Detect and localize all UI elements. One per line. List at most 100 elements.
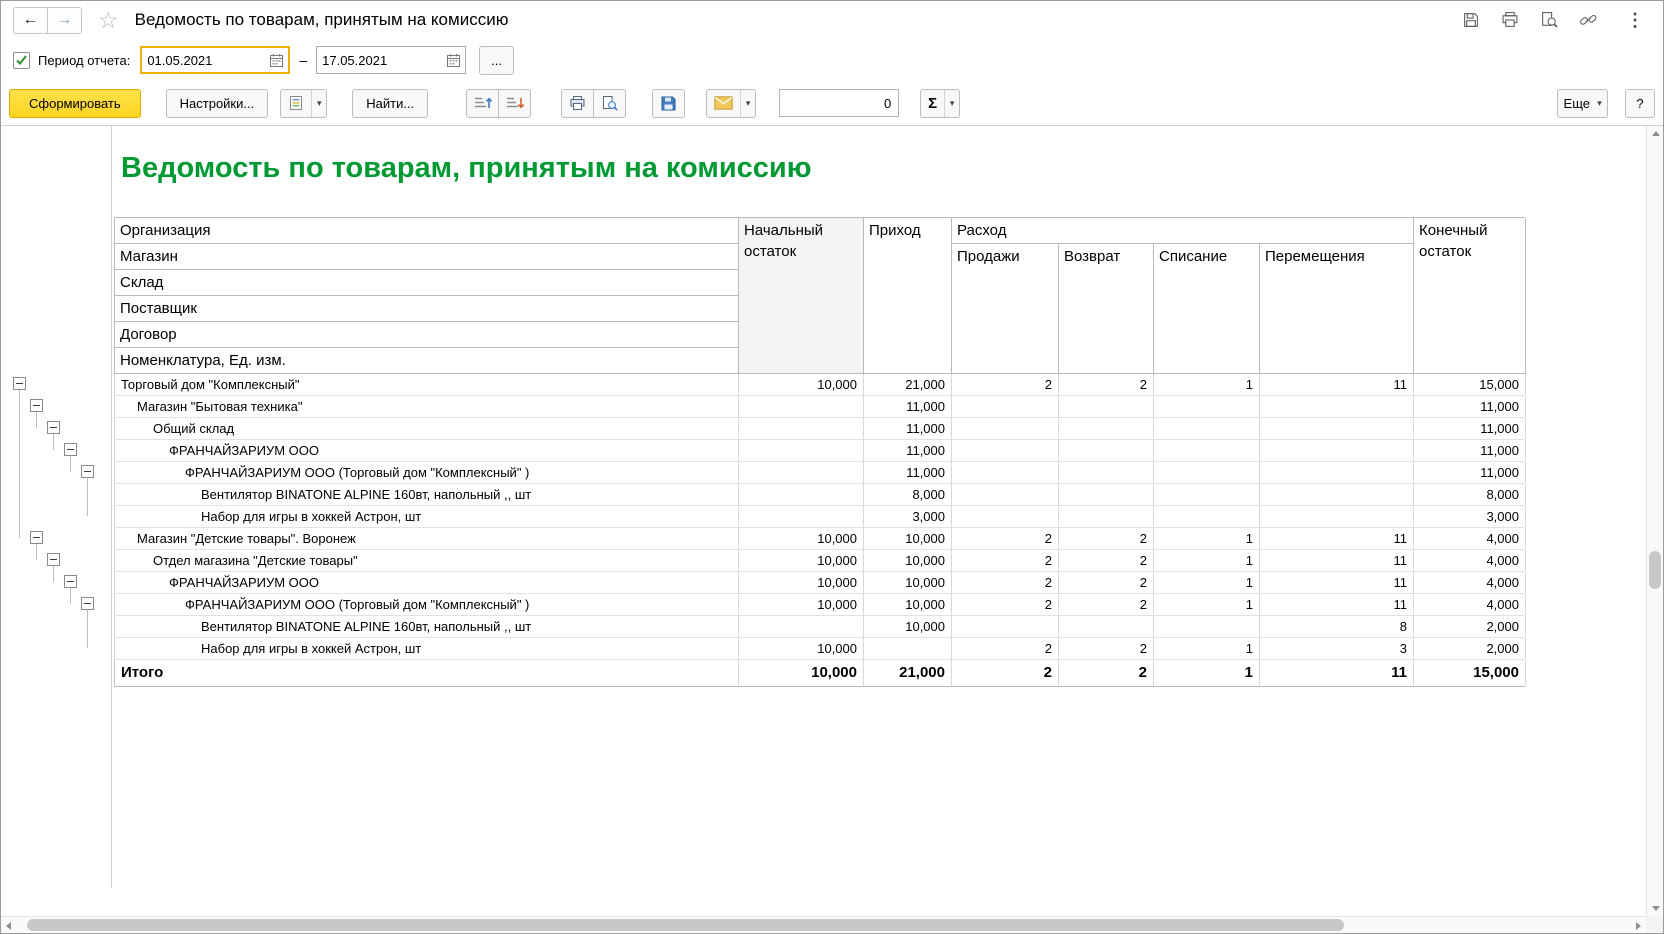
row-label[interactable]: Отдел магазина "Детские товары" xyxy=(115,550,739,571)
total-writeoff[interactable]: 1 xyxy=(1154,660,1260,686)
total-transfers[interactable]: 11 xyxy=(1260,660,1414,686)
cell-income[interactable]: 11,000 xyxy=(864,440,952,461)
print-button[interactable] xyxy=(561,88,595,118)
header-final-balance[interactable]: Конечный остаток xyxy=(1414,218,1526,374)
header-transfers[interactable]: Перемещения xyxy=(1260,244,1414,374)
cell-transfers[interactable]: 11 xyxy=(1260,550,1414,571)
cell-return[interactable] xyxy=(1059,616,1154,637)
cell-initial-balance[interactable] xyxy=(739,484,864,505)
cell-transfers[interactable]: 3 xyxy=(1260,638,1414,659)
scroll-left-arrow[interactable] xyxy=(6,922,11,930)
cell-writeoff[interactable] xyxy=(1154,396,1260,417)
cell-transfers[interactable] xyxy=(1260,484,1414,505)
period-more-button[interactable]: ... xyxy=(479,45,514,75)
cell-final-balance[interactable]: 11,000 xyxy=(1414,396,1526,417)
group-collapse-button[interactable] xyxy=(81,465,94,478)
header-supplier[interactable]: Поставщик xyxy=(115,296,739,322)
row-label[interactable]: Магазин "Детские товары". Воронеж xyxy=(115,528,739,549)
header-store[interactable]: Магазин xyxy=(115,244,739,270)
cell-income[interactable]: 10,000 xyxy=(864,572,952,593)
horizontal-scroll-thumb[interactable] xyxy=(27,919,1344,931)
cell-writeoff[interactable]: 1 xyxy=(1154,594,1260,615)
date-to-input[interactable] xyxy=(317,52,442,68)
cell-final-balance[interactable]: 4,000 xyxy=(1414,594,1526,615)
cell-final-balance[interactable]: 8,000 xyxy=(1414,484,1526,505)
more-menu-icon[interactable]: ⋮ xyxy=(1625,10,1645,30)
group-collapse-button[interactable] xyxy=(30,399,43,412)
collapse-groups-button[interactable] xyxy=(466,88,500,118)
cell-writeoff[interactable]: 1 xyxy=(1154,528,1260,549)
cell-final-balance[interactable]: 11,000 xyxy=(1414,440,1526,461)
cell-return[interactable]: 2 xyxy=(1059,374,1154,395)
cell-initial-balance[interactable] xyxy=(739,462,864,483)
cell-income[interactable]: 10,000 xyxy=(864,528,952,549)
back-button[interactable]: ← xyxy=(13,6,48,34)
cell-income[interactable]: 11,000 xyxy=(864,462,952,483)
cell-income[interactable]: 21,000 xyxy=(864,374,952,395)
row-label[interactable]: ФРАНЧАЙЗАРИУМ ООО xyxy=(115,440,739,461)
cell-final-balance[interactable]: 2,000 xyxy=(1414,616,1526,637)
cell-return[interactable]: 2 xyxy=(1059,528,1154,549)
header-organization[interactable]: Организация xyxy=(115,218,739,244)
cell-return[interactable] xyxy=(1059,484,1154,505)
row-label[interactable]: Набор для игры в хоккей Астрон, шт xyxy=(115,638,739,659)
total-initial-balance[interactable]: 10,000 xyxy=(739,660,864,686)
cell-initial-balance[interactable]: 10,000 xyxy=(739,572,864,593)
cell-sales[interactable]: 2 xyxy=(952,572,1059,593)
cell-return[interactable]: 2 xyxy=(1059,550,1154,571)
cell-sales[interactable] xyxy=(952,484,1059,505)
total-sales[interactable]: 2 xyxy=(952,660,1059,686)
cell-initial-balance[interactable] xyxy=(739,418,864,439)
cell-transfers[interactable] xyxy=(1260,506,1414,527)
cell-writeoff[interactable]: 1 xyxy=(1154,374,1260,395)
cell-initial-balance[interactable] xyxy=(739,440,864,461)
cell-sales[interactable]: 2 xyxy=(952,638,1059,659)
cell-sales[interactable] xyxy=(952,506,1059,527)
cell-sales[interactable] xyxy=(952,396,1059,417)
header-nomenclature[interactable]: Номенклатура, Ед. изм. xyxy=(115,348,739,374)
cell-transfers[interactable]: 11 xyxy=(1260,572,1414,593)
row-label[interactable]: ФРАНЧАЙЗАРИУМ ООО xyxy=(115,572,739,593)
cell-sales[interactable] xyxy=(952,616,1059,637)
cell-income[interactable]: 8,000 xyxy=(864,484,952,505)
horizontal-scrollbar[interactable] xyxy=(1,916,1646,933)
period-checkbox[interactable] xyxy=(13,51,30,69)
total-final-balance[interactable]: 15,000 xyxy=(1414,660,1526,686)
cell-initial-balance[interactable] xyxy=(739,506,864,527)
cell-initial-balance[interactable]: 10,000 xyxy=(739,374,864,395)
row-label[interactable]: ФРАНЧАЙЗАРИУМ ООО (Торговый дом "Комплек… xyxy=(115,462,739,483)
cell-writeoff[interactable] xyxy=(1154,506,1260,527)
cell-writeoff[interactable] xyxy=(1154,616,1260,637)
header-writeoff[interactable]: Списание xyxy=(1154,244,1260,374)
cell-writeoff[interactable] xyxy=(1154,440,1260,461)
cell-writeoff[interactable]: 1 xyxy=(1154,550,1260,571)
cell-income[interactable]: 10,000 xyxy=(864,616,952,637)
cell-income[interactable] xyxy=(864,638,952,659)
cell-return[interactable]: 2 xyxy=(1059,594,1154,615)
row-label[interactable]: Магазин "Бытовая техника" xyxy=(115,396,739,417)
cell-return[interactable] xyxy=(1059,440,1154,461)
favorite-star-icon[interactable]: ☆ xyxy=(98,8,119,32)
cell-return[interactable] xyxy=(1059,396,1154,417)
cell-transfers[interactable] xyxy=(1260,418,1414,439)
cell-writeoff[interactable] xyxy=(1154,462,1260,483)
row-label[interactable]: Набор для игры в хоккей Астрон, шт xyxy=(115,506,739,527)
cell-return[interactable] xyxy=(1059,418,1154,439)
cell-initial-balance[interactable]: 10,000 xyxy=(739,550,864,571)
cell-income[interactable]: 10,000 xyxy=(864,594,952,615)
date-from-input[interactable] xyxy=(142,52,265,68)
cell-return[interactable]: 2 xyxy=(1059,638,1154,659)
cell-return[interactable]: 2 xyxy=(1059,572,1154,593)
cell-sales[interactable] xyxy=(952,462,1059,483)
group-collapse-button[interactable] xyxy=(13,377,26,390)
cell-transfers[interactable]: 11 xyxy=(1260,528,1414,549)
print-icon[interactable] xyxy=(1500,10,1520,30)
generate-button[interactable]: Сформировать xyxy=(9,88,141,118)
header-sales[interactable]: Продажи xyxy=(952,244,1059,374)
cell-final-balance[interactable]: 11,000 xyxy=(1414,418,1526,439)
row-label[interactable]: Торговый дом "Комплексный" xyxy=(115,374,739,395)
row-label[interactable]: ФРАНЧАЙЗАРИУМ ООО (Торговый дом "Комплек… xyxy=(115,594,739,615)
cell-final-balance[interactable]: 4,000 xyxy=(1414,572,1526,593)
cell-sales[interactable]: 2 xyxy=(952,528,1059,549)
settings-button[interactable]: Настройки... xyxy=(165,88,269,118)
